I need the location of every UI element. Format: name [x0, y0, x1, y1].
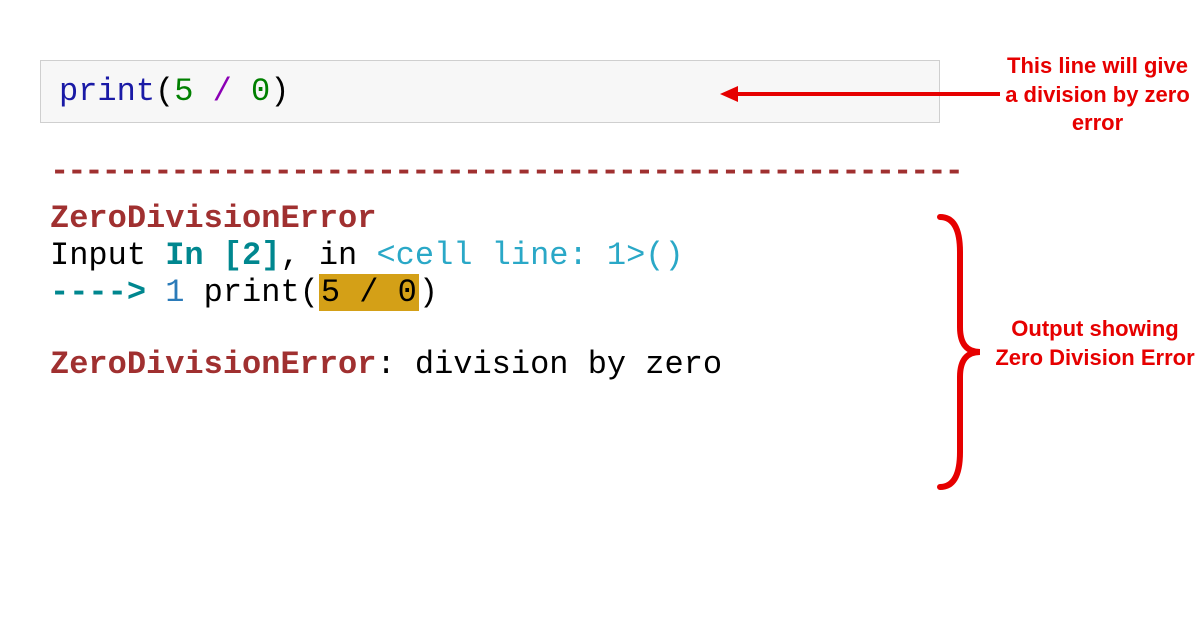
- token-function: print: [59, 73, 155, 110]
- final-error-colon: :: [376, 346, 414, 383]
- annotation-middle-text: Output showing Zero Division Error: [990, 315, 1200, 372]
- cell-line-ref: <cell line: 1>: [376, 237, 645, 274]
- token-space: [232, 73, 251, 110]
- annotation-brace-icon: [935, 212, 985, 492]
- token-number-5: 5: [174, 73, 193, 110]
- arrow-marker: ---->: [50, 274, 165, 311]
- notebook-screenshot: print(5 / 0) ---------------------------…: [0, 0, 1200, 630]
- token-space: [193, 73, 212, 110]
- traceback-code-line: ----> 1 print(5 / 0): [50, 274, 960, 311]
- token-close-paren: ): [270, 73, 289, 110]
- output-area: ----------------------------------------…: [40, 153, 960, 383]
- final-error-message: division by zero: [415, 346, 722, 383]
- traceback-input-line: Input In [2], in <cell line: 1>(): [50, 237, 960, 274]
- annotation-arrow-icon: [720, 84, 1000, 104]
- input-prefix: Input: [50, 237, 165, 274]
- highlighted-expression: 5 / 0: [319, 274, 419, 311]
- input-in-word: in: [300, 237, 377, 274]
- token-operator-divide: /: [213, 73, 232, 110]
- token-number-0: 0: [251, 73, 270, 110]
- error-class-name: ZeroDivisionError: [50, 200, 960, 237]
- input-label: In [2]: [165, 237, 280, 274]
- print-call-end: ): [419, 274, 438, 311]
- print-call-start: print(: [184, 274, 318, 311]
- line-number: 1: [165, 274, 184, 311]
- input-comma: ,: [280, 237, 299, 274]
- annotation-top-text: This line will give a division by zero e…: [1000, 52, 1195, 138]
- final-error-line: ZeroDivisionError: division by zero: [50, 346, 960, 383]
- traceback-separator: ----------------------------------------…: [50, 153, 960, 190]
- final-error-name: ZeroDivisionError: [50, 346, 376, 383]
- cell-parens: (): [645, 237, 683, 274]
- token-open-paren: (: [155, 73, 174, 110]
